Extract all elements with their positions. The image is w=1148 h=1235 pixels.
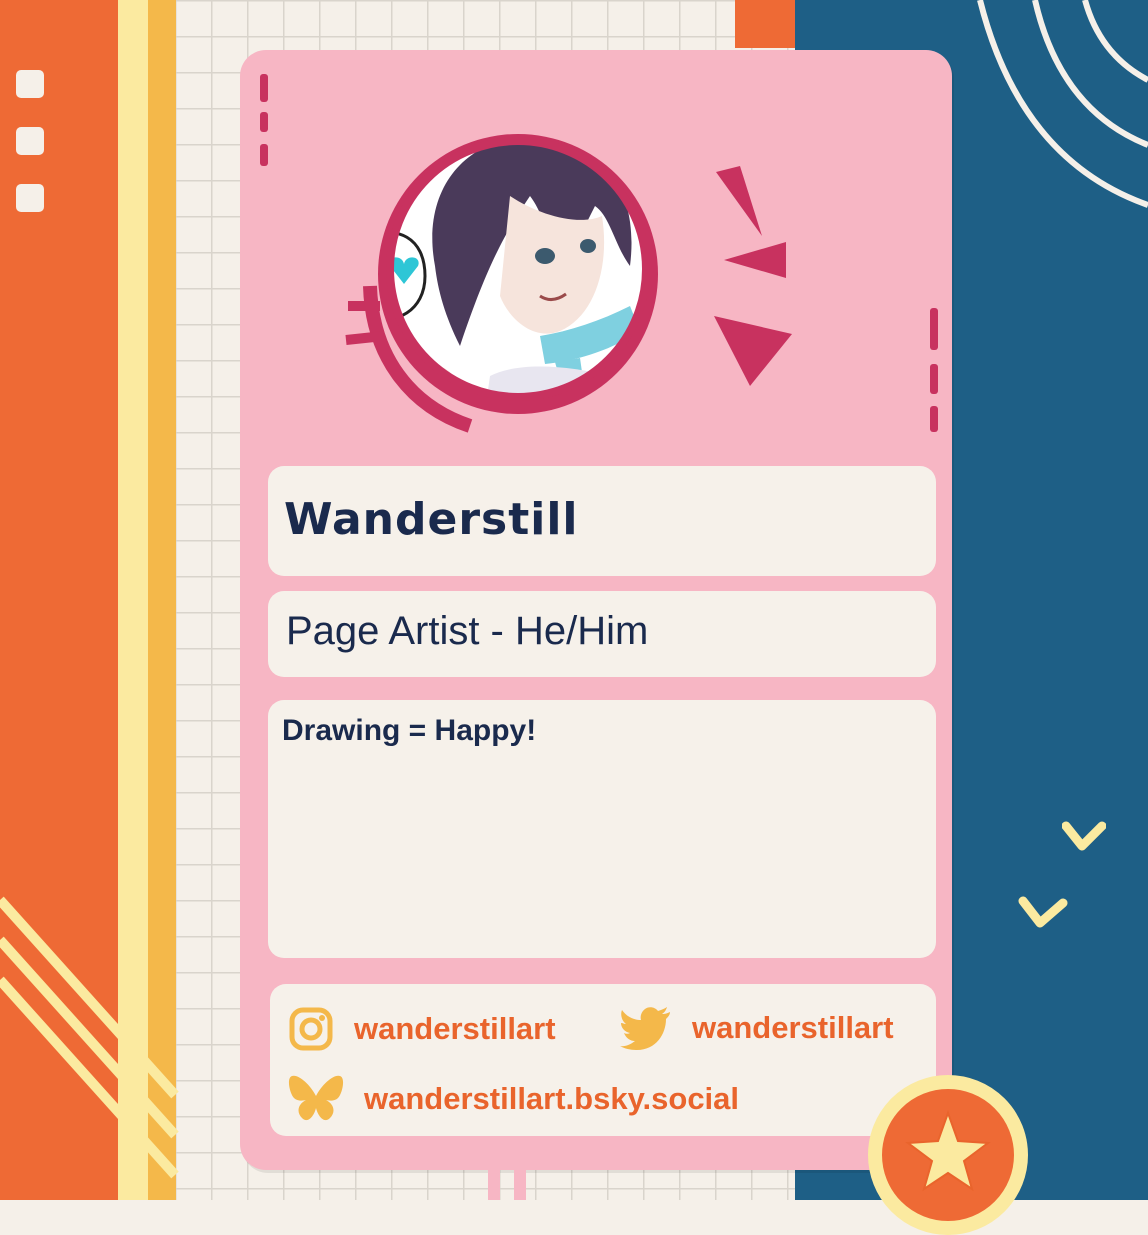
- decor-emphasis-marks: [714, 166, 792, 386]
- instagram-handle: wanderstillart: [354, 1011, 556, 1046]
- decor-chevron: [1062, 821, 1106, 851]
- decor-arcs: [977, 0, 1148, 208]
- bio-text: Drawing = Happy!: [282, 714, 537, 747]
- decor-chevron: [1018, 896, 1068, 928]
- role-pronouns: Page Artist - He/Him: [286, 609, 649, 653]
- decor-square: [16, 184, 44, 212]
- decor-dashes: [930, 308, 938, 432]
- decor-square: [16, 127, 44, 155]
- bluesky-handle: wanderstillart.bsky.social: [364, 1081, 740, 1116]
- name-panel: Wanderstill: [268, 466, 936, 576]
- social-links-panel: wanderstillart wanderstillart wanderstil…: [270, 984, 936, 1136]
- twitter-handle: wanderstillart: [692, 1010, 894, 1045]
- bio-panel: Drawing = Happy!: [268, 700, 936, 958]
- role-panel: Page Artist - He/Him: [268, 591, 936, 677]
- display-name: Wanderstill: [284, 494, 579, 545]
- decor-dashes: [260, 74, 268, 166]
- bluesky-butterfly-icon: [288, 1075, 344, 1121]
- star-icon: [905, 1110, 991, 1192]
- bluesky-link[interactable]: wanderstillart.bsky.social: [288, 1074, 739, 1124]
- decor-card-tails: [488, 1165, 526, 1200]
- decor-square: [16, 70, 44, 98]
- decor-diagonal-stripes: [0, 896, 179, 1179]
- twitter-bird-icon: [620, 1007, 670, 1050]
- instagram-link[interactable]: wanderstillart: [288, 1006, 556, 1052]
- twitter-link[interactable]: wanderstillart: [620, 1006, 894, 1050]
- star-badge: [868, 1075, 1028, 1235]
- avatar: [345, 134, 658, 433]
- instagram-icon: [289, 1007, 333, 1051]
